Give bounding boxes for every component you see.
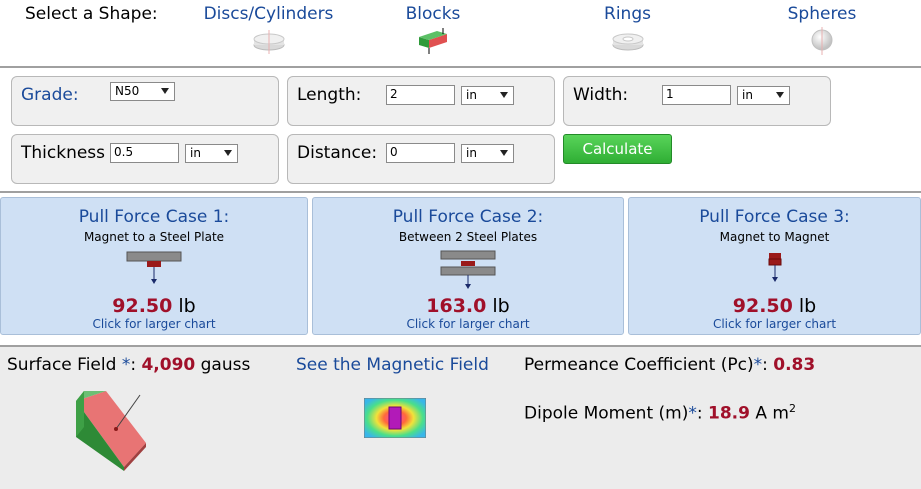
case-2-unit: lb <box>492 295 510 317</box>
distance-label: Distance: <box>297 143 378 163</box>
case-1-title: Pull Force Case 1: <box>78 207 230 227</box>
dipole-label: Dipole Moment (m) <box>524 403 689 424</box>
tab-rings[interactable]: Rings <box>590 4 665 56</box>
width-label: Width: <box>573 85 629 105</box>
tab-rings-label: Rings <box>604 4 651 24</box>
chevron-down-icon <box>776 92 784 98</box>
magnet-between-plates-icon <box>440 250 496 289</box>
surface-field-value: 4,090 <box>141 355 196 375</box>
distance-unit-value: in <box>466 146 477 160</box>
thickness-unit-value: in <box>190 146 201 160</box>
case-1-chart-link[interactable]: Click for larger chart <box>1 317 307 331</box>
grade-select[interactable]: N50 <box>110 82 175 101</box>
tab-spheres-label: Spheres <box>787 4 857 24</box>
magnet-to-plate-icon <box>126 251 182 284</box>
width-unit-value: in <box>742 88 753 102</box>
case-2-diagram <box>313 248 623 293</box>
chevron-down-icon <box>224 150 232 156</box>
tab-discs-cylinders[interactable]: Discs/Cylinders <box>201 4 336 56</box>
length-unit-value: in <box>466 88 477 102</box>
width-input[interactable]: 1 <box>662 85 731 105</box>
chevron-down-icon <box>500 150 508 156</box>
case-1-unit: lb <box>178 295 196 317</box>
case-1-diagram <box>1 248 307 293</box>
length-input[interactable]: 2 <box>386 85 455 105</box>
chevron-down-icon <box>500 92 508 98</box>
case-3-unit: lb <box>798 295 817 317</box>
surface-field-info-link[interactable]: * <box>122 355 131 375</box>
see-magnetic-field-link[interactable]: See the Magnetic Field <box>296 355 489 375</box>
block-magnet-3d-icon <box>76 391 146 471</box>
case-3-diagram <box>629 248 920 293</box>
distance-input[interactable]: 0 <box>386 143 455 163</box>
thickness-input[interactable]: 0.5 <box>110 143 179 163</box>
thickness-unit-select[interactable]: in <box>185 144 238 163</box>
block-icon <box>419 28 447 54</box>
dipole-moment: Dipole Moment (m)*: 18.9 A m2 <box>524 402 796 424</box>
case-2-subtitle: Between 2 Steel Plates <box>398 230 538 244</box>
pull-force-case-1[interactable]: Pull Force Case 1: Magnet to a Steel Pla… <box>0 197 308 335</box>
grade-label: Grade: <box>21 85 79 105</box>
divider-top <box>0 66 921 68</box>
pull-force-case-2[interactable]: Pull Force Case 2: Between 2 Steel Plate… <box>312 197 624 335</box>
case-1-subtitle: Magnet to a Steel Plate <box>83 230 225 244</box>
magnet-calculator: Select a Shape: Discs/Cylinders Blocks R… <box>0 0 921 489</box>
shape-selector: Select a Shape: Discs/Cylinders Blocks R… <box>0 0 921 64</box>
magnet-to-magnet-icon <box>768 253 781 282</box>
case-3-value: 92.50 <box>732 295 793 317</box>
pull-force-case-3[interactable]: Pull Force Case 3: Magnet to Magnet 92.5… <box>628 197 921 335</box>
thickness-label: Thickness <box>21 143 106 163</box>
surface-field: Surface Field *: 4,090 gauss <box>7 355 251 375</box>
calculate-button[interactable]: Calculate <box>563 134 672 164</box>
case-3-subtitle: Magnet to Magnet <box>719 230 830 244</box>
sphere-icon <box>811 27 833 55</box>
magnetic-field-thumbnail[interactable] <box>364 398 426 438</box>
tab-blocks[interactable]: Blocks <box>403 4 463 56</box>
dipole-value: 18.9 <box>708 403 750 424</box>
tab-blocks-label: Blocks <box>405 4 461 24</box>
tab-discs-cylinders-label: Discs/Cylinders <box>203 4 334 24</box>
results-panel: Surface Field *: 4,090 gauss See the Mag… <box>0 345 921 489</box>
case-2-force: 163.0 lb <box>313 295 623 317</box>
case-1-value: 92.50 <box>112 295 173 317</box>
distance-unit-select[interactable]: in <box>461 144 514 163</box>
case-2-title: Pull Force Case 2: <box>392 207 544 227</box>
grade-select-value: N50 <box>115 84 140 98</box>
permeance-coefficient: Permeance Coefficient (Pc)*: 0.83 <box>524 355 816 375</box>
surface-field-unit: gauss <box>200 355 251 375</box>
permeance-label: Permeance Coefficient (Pc) <box>524 355 754 375</box>
tab-spheres[interactable]: Spheres <box>783 4 861 56</box>
length-unit-select[interactable]: in <box>461 86 514 105</box>
disc-icon <box>253 30 284 54</box>
dipole-unit: A m <box>755 403 789 424</box>
divider-middle <box>0 191 921 193</box>
surface-field-label: Surface Field <box>7 355 122 375</box>
shape-selector-title: Select a Shape: <box>25 4 158 24</box>
case-3-title: Pull Force Case 3: <box>699 207 850 227</box>
length-label: Length: <box>297 85 362 105</box>
dipole-info-link[interactable]: * <box>688 404 697 424</box>
dipole-unit-exponent: 2 <box>788 402 796 415</box>
case-2-chart-link[interactable]: Click for larger chart <box>313 317 623 331</box>
case-3-chart-link[interactable]: Click for larger chart <box>629 317 920 331</box>
chevron-down-icon <box>161 88 169 94</box>
case-2-value: 163.0 <box>426 295 487 317</box>
permeance-value: 0.83 <box>773 355 816 375</box>
width-unit-select[interactable]: in <box>737 86 790 105</box>
ring-icon <box>612 33 643 51</box>
case-1-force: 92.50 lb <box>1 295 307 317</box>
permeance-info-link[interactable]: * <box>754 355 763 375</box>
case-3-force: 92.50 lb <box>629 295 920 317</box>
